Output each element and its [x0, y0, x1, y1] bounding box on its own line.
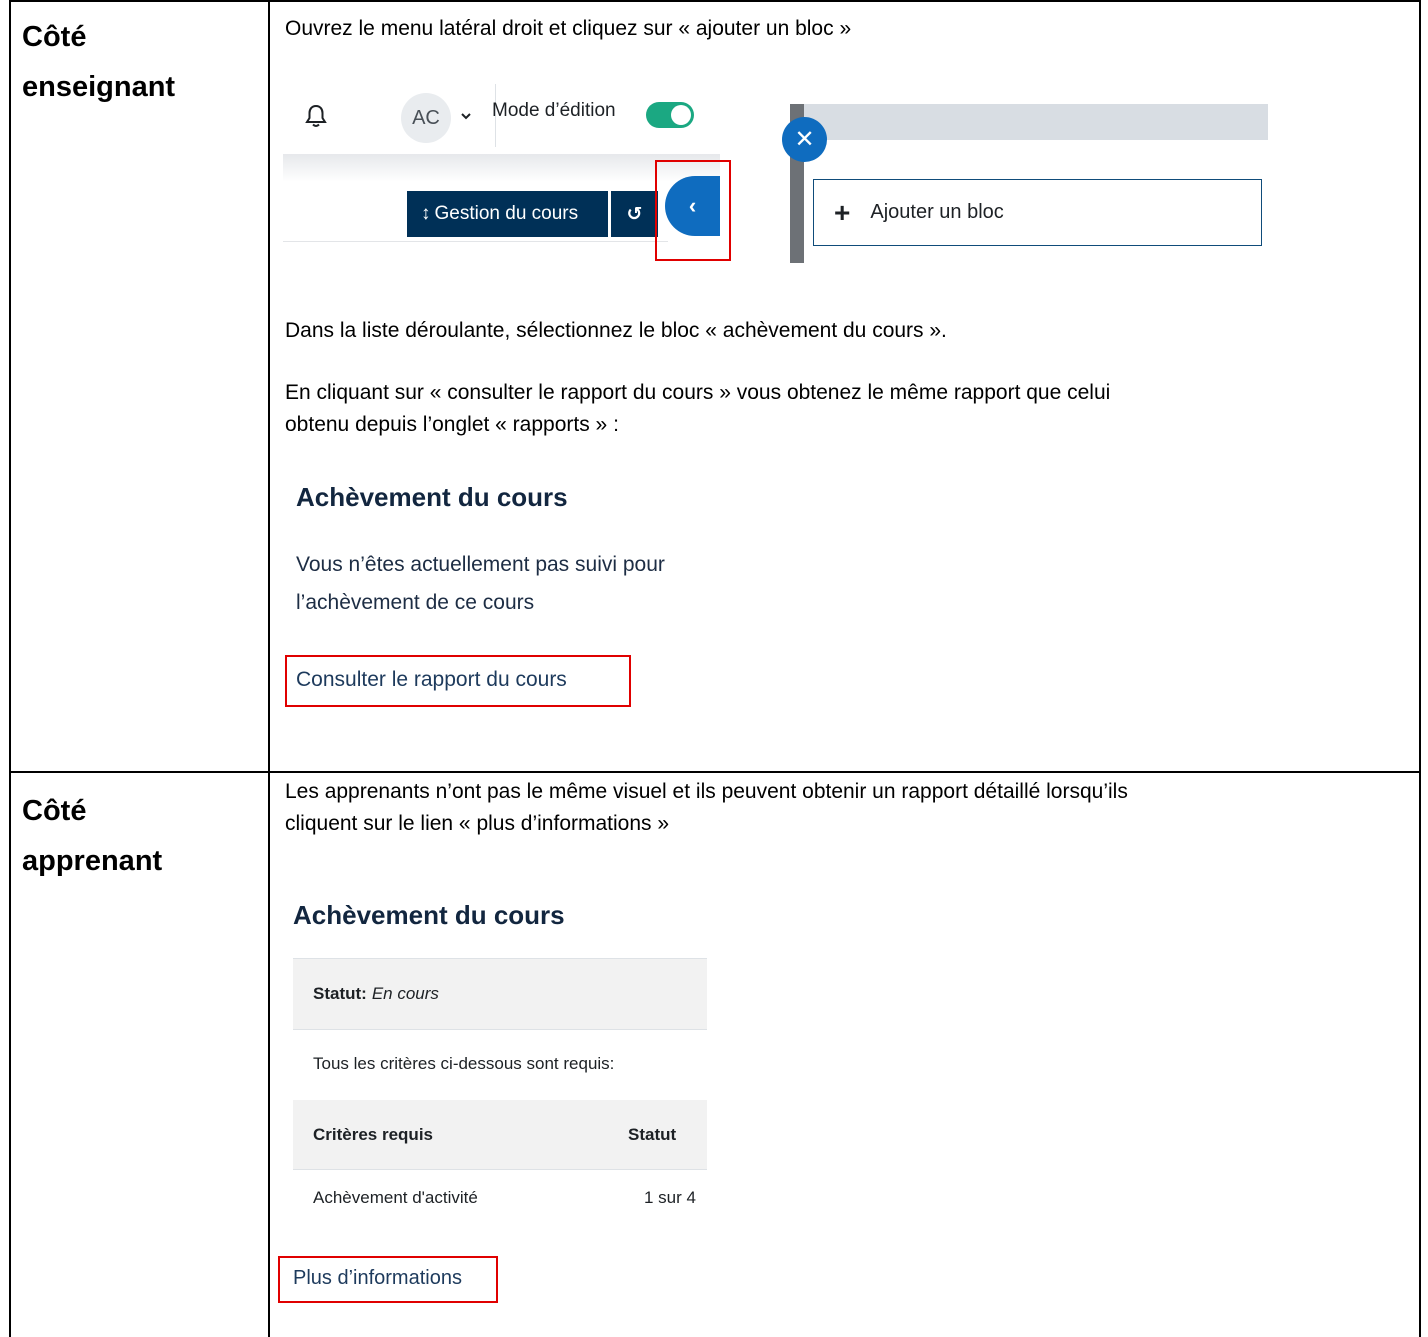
learner-intro-line2: cliquent sur le lien « plus d’informatio… — [285, 812, 670, 835]
learner-label-line1: Côté — [22, 795, 87, 827]
teacher-step2: Dans la liste déroulante, sélectionnez l… — [285, 319, 947, 342]
criteria-note: Tous les critères ci-dessous sont requis… — [313, 1054, 615, 1073]
teacher-side-label: Côté enseignant — [22, 12, 175, 112]
learner-block-title: Achèvement du cours — [293, 900, 565, 930]
teacher-label-line1: Côté — [22, 21, 87, 53]
table-border-left — [9, 0, 11, 1337]
drawer-screenshot: ✕ + Ajouter un bloc — [782, 104, 1268, 263]
history-button[interactable]: ↺ — [611, 191, 658, 237]
course-report-highlight — [285, 655, 631, 707]
drawer-header — [790, 104, 1268, 140]
bell-icon[interactable] — [305, 104, 327, 128]
teacher-block-title: Achèvement du cours — [296, 482, 568, 512]
table-border-right — [1419, 0, 1421, 1337]
learner-intro-line1: Les apprenants n’ont pas le même visuel … — [285, 780, 1128, 803]
updown-arrow-icon: ↕ — [421, 203, 431, 224]
add-block-button[interactable]: + Ajouter un bloc — [813, 179, 1262, 246]
status-column-header: Statut — [628, 1124, 677, 1144]
teacher-step3-line2: obtenu depuis l’onglet « rapports » : — [285, 413, 619, 436]
history-icon: ↺ — [626, 203, 643, 225]
toolbar-bottom-line — [283, 241, 668, 242]
edit-mode-text: Mode d’édition — [492, 100, 616, 121]
learner-side-label: Côté apprenant — [22, 786, 162, 886]
table-row-divider — [9, 771, 1421, 773]
close-icon[interactable]: ✕ — [782, 117, 827, 162]
teacher-block-message-line2: l’achèvement de ce cours — [296, 591, 535, 614]
status-row: Statut: En cours — [293, 959, 707, 1029]
course-management-button[interactable]: ↕ Gestion du cours — [407, 191, 608, 237]
course-management-label: Gestion du cours — [434, 203, 579, 224]
drawer-toggle-highlight — [655, 160, 731, 261]
criteria-cell: Achèvement d'activité — [313, 1188, 478, 1207]
criteria-column-header: Critères requis — [313, 1124, 433, 1144]
teacher-step3-line1: En cliquant sur « consulter le rapport d… — [285, 381, 1111, 404]
criteria-note-row: Tous les critères ci-dessous sont requis… — [293, 1030, 707, 1098]
edit-mode-toggle[interactable] — [646, 102, 694, 128]
criteria-header-row: Critères requis Statut — [293, 1100, 707, 1169]
avatar[interactable]: AC — [401, 93, 451, 143]
more-info-highlight — [278, 1256, 498, 1303]
learner-completion-table: Statut: En cours Tous les critères ci-de… — [293, 958, 707, 1214]
edit-mode-label: Mode d’édition — [492, 100, 616, 122]
plus-icon: + — [834, 196, 851, 228]
teacher-label-line2: enseignant — [22, 71, 176, 103]
table-row: Achèvement d'activité 1 sur 4 — [293, 1170, 707, 1226]
status-label: Statut: — [313, 984, 367, 1003]
toggle-knob — [671, 105, 691, 125]
table-border-top — [9, 0, 1421, 2]
status-value: En cours — [371, 984, 439, 1003]
teacher-intro: Ouvrez le menu latéral droit et cliquez … — [285, 17, 852, 40]
status-cell: 1 sur 4 — [644, 1188, 696, 1207]
teacher-block-message-line1: Vous n’êtes actuellement pas suivi pour — [296, 553, 665, 576]
table-column-divider — [268, 0, 270, 1337]
add-block-label: Ajouter un bloc — [870, 201, 1004, 223]
learner-label-line2: apprenant — [22, 845, 163, 877]
chevron-down-icon[interactable] — [460, 111, 472, 121]
